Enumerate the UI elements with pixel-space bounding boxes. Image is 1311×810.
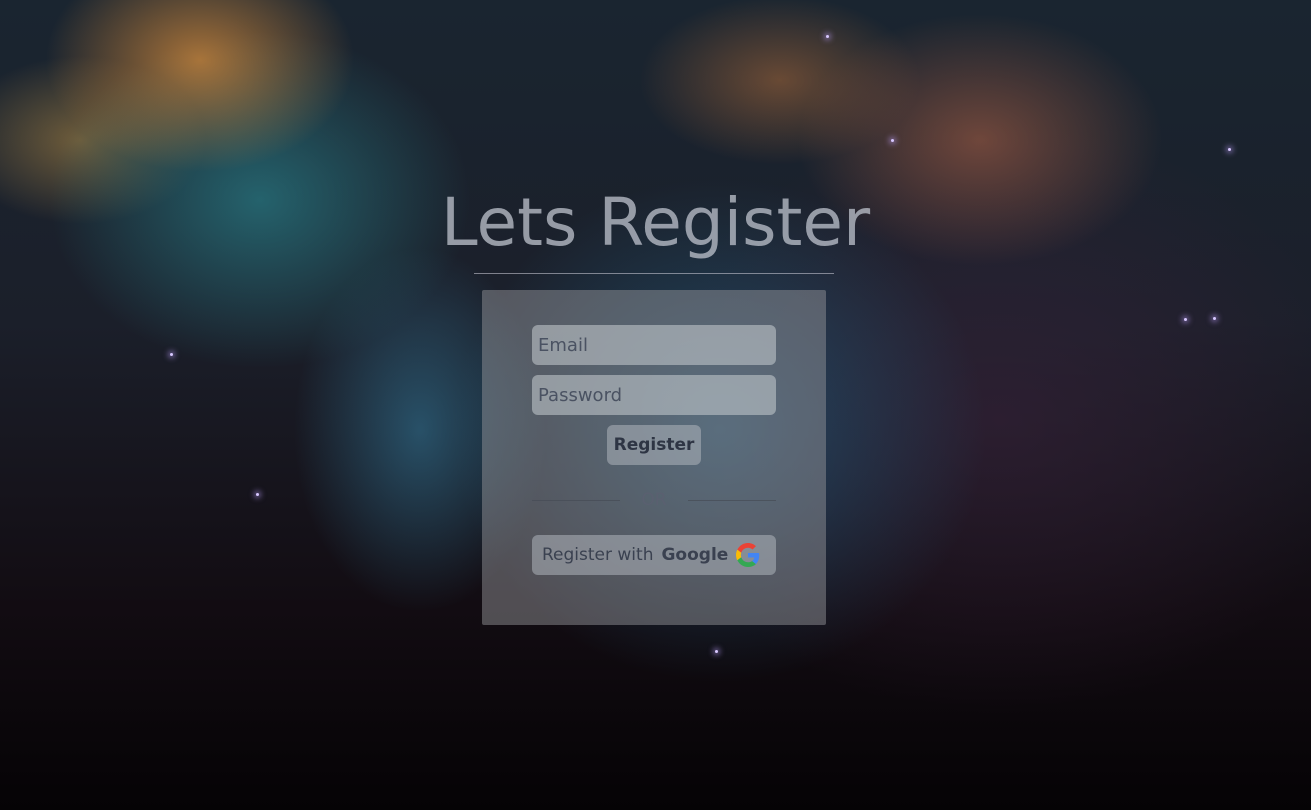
register-button[interactable]: Register (607, 425, 701, 465)
register-card: Register OR Register with Google (482, 290, 826, 625)
register-page: Lets Register Register OR Register with … (0, 0, 1311, 810)
password-field[interactable] (532, 375, 776, 415)
divider-line-right (688, 500, 776, 501)
google-button-prefix: Register with (542, 545, 654, 565)
page-title: Lets Register (440, 184, 871, 261)
google-g-icon (736, 543, 760, 567)
google-button-brand: Google (661, 545, 729, 565)
email-field[interactable] (532, 325, 776, 365)
or-divider-text: OR (641, 490, 667, 510)
register-with-google-button[interactable]: Register with Google (532, 535, 776, 575)
divider-line-left (532, 500, 620, 501)
title-underline (474, 273, 834, 274)
